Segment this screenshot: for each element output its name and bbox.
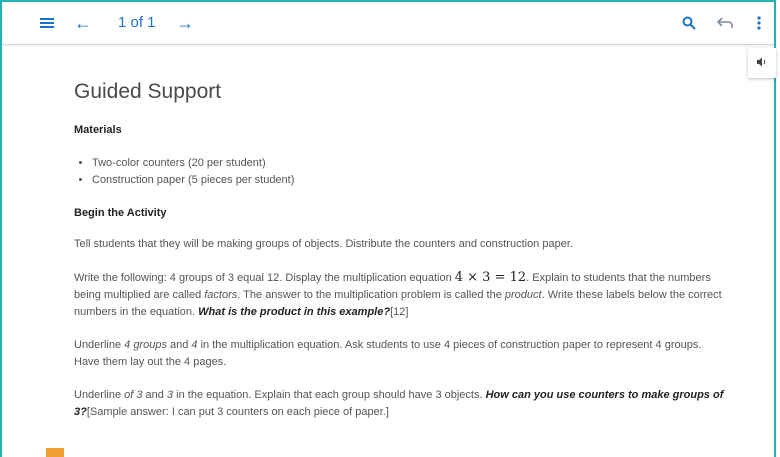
- text: and: [142, 389, 167, 401]
- activity-heading: Begin the Activity: [74, 207, 167, 219]
- list-menu-icon[interactable]: [36, 12, 58, 34]
- arrow-left-icon[interactable]: ←: [72, 12, 94, 34]
- list-item: Two-color counters (20 per student): [92, 155, 724, 172]
- text: Underline: [74, 339, 125, 351]
- term-factors: factors: [204, 289, 238, 301]
- question: What is the product in this example?: [198, 306, 391, 318]
- toolbar: ← 1 of 1 →: [2, 2, 774, 45]
- text: Underline: [74, 389, 125, 401]
- back-arrow-icon[interactable]: [714, 12, 736, 34]
- answer: [12]: [390, 306, 409, 318]
- text: and: [166, 339, 192, 351]
- term-4-groups: 4 groups: [124, 339, 167, 351]
- equation: 4 × 3 = 12: [454, 270, 527, 285]
- text: . The answer to the multiplication probl…: [237, 289, 505, 301]
- text: in the equation. Explain that each group…: [173, 389, 486, 401]
- page-title: Guided Support: [74, 80, 222, 103]
- term-product: product: [504, 289, 542, 301]
- arrow-right-icon[interactable]: →: [174, 12, 196, 34]
- document-content: Guided Support Materials Two-color count…: [74, 80, 724, 421]
- page-counter: 1 of 1: [118, 14, 156, 31]
- text: Write the following: 4 groups of 3 equal…: [74, 272, 455, 284]
- page-marker: [46, 448, 64, 457]
- read-aloud-button[interactable]: [748, 48, 776, 78]
- more-vertical-icon[interactable]: [752, 12, 766, 34]
- materials-list: Two-color counters (20 per student) Cons…: [74, 155, 724, 189]
- term-of-3: of 3: [124, 389, 143, 401]
- paragraph-3: Underline 4 groups and 4 in the multipli…: [74, 337, 724, 371]
- speaker-icon: [756, 54, 768, 72]
- answer: [Sample answer: I can put 3 counters on …: [86, 406, 389, 418]
- materials-heading: Materials: [74, 124, 122, 136]
- paragraph-1: Tell students that they will be making g…: [74, 238, 573, 250]
- list-item: Construction paper (5 pieces per student…: [92, 172, 724, 189]
- search-icon[interactable]: [678, 12, 700, 34]
- paragraph-2: Write the following: 4 groups of 3 equal…: [74, 269, 724, 321]
- paragraph-4: Underline of 3 and 3 in the equation. Ex…: [74, 387, 724, 421]
